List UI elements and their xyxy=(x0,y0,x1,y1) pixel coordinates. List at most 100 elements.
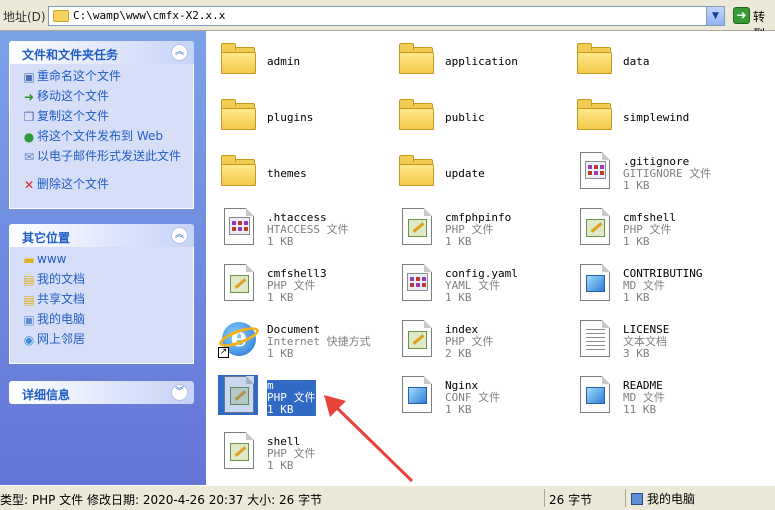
text-file-icon xyxy=(574,319,614,359)
file-size: 1 KB xyxy=(623,235,650,248)
task-label: 重命名这个文件 xyxy=(37,69,122,83)
file-size: 1 KB xyxy=(267,403,294,416)
file-item[interactable]: cmfshell PHP 文件 1 KB xyxy=(565,205,743,261)
file-tasks-header[interactable]: 文件和文件夹任务 ︽ xyxy=(9,41,194,64)
my-computer-icon xyxy=(631,493,643,505)
address-bar: 地址(D) C:\wamp\www\cmfx-X2.x.x ▼ ➔ 转到 xyxy=(0,0,775,41)
file-labels: cmfshell3 PHP 文件 1 KB xyxy=(267,268,327,304)
go-arrow-icon: ➔ xyxy=(733,7,750,24)
task-email[interactable]: ✉ 以电子邮件形式发送此文件 xyxy=(10,150,193,178)
collapse-up-icon[interactable]: ︽ xyxy=(171,227,188,244)
other-places-body: ▬ www ▤ 我的文档 ▤ 共享文档 ▣ 我的电脑 ◉ 网上邻居 xyxy=(9,247,194,364)
folder-name: data xyxy=(623,55,650,68)
file-item[interactable]: README MD 文件 11 KB xyxy=(565,373,743,429)
php-file-icon xyxy=(396,207,436,247)
file-item[interactable]: LICENSE 文本文档 3 KB xyxy=(565,317,743,373)
rename-icon: ▣ xyxy=(23,70,35,84)
email-icon: ✉ xyxy=(23,150,35,164)
status-bar: 类型: PHP 文件 修改日期: 2020-4-26 20:37 大小: 26 … xyxy=(0,485,775,510)
folder-item[interactable]: admin xyxy=(209,37,387,93)
file-size: 1 KB xyxy=(623,291,650,304)
file-item[interactable]: index PHP 文件 2 KB xyxy=(387,317,565,373)
task-publish-web[interactable]: ● 将这个文件发布到 Web xyxy=(10,130,193,150)
folder-item[interactable]: plugins xyxy=(209,93,387,149)
place-label: www xyxy=(37,252,67,266)
file-tasks-body: ▣ 重命名这个文件 ➜ 移动这个文件 ❐ 复制这个文件 ● 将这个文件发布到 W… xyxy=(9,64,194,209)
php-file-icon xyxy=(396,319,436,359)
details-title: 详细信息 xyxy=(22,388,71,402)
delete-icon: ✕ xyxy=(23,178,35,192)
chevron-down-icon[interactable]: ▼ xyxy=(706,7,724,25)
file-labels: Document Internet 快捷方式 1 KB xyxy=(267,324,371,360)
file-labels: index PHP 文件 2 KB xyxy=(445,324,494,360)
task-label: 以电子邮件形式发送此文件 xyxy=(37,149,182,163)
go-button[interactable]: ➔ 转到 xyxy=(731,6,775,41)
status-size: 26 字节 xyxy=(549,493,593,507)
task-label: 将这个文件发布到 Web xyxy=(37,129,163,143)
details-header[interactable]: 详细信息 ︾ xyxy=(9,381,194,404)
file-size: 1 KB xyxy=(267,291,294,304)
place-my-computer[interactable]: ▣ 我的电脑 xyxy=(10,313,193,333)
folder-icon xyxy=(218,151,258,191)
file-tasks-panel: 文件和文件夹任务 ︽ ▣ 重命名这个文件 ➜ 移动这个文件 ❐ 复制这个文件 ●… xyxy=(9,41,194,209)
task-delete[interactable]: ✕ 删除这个文件 xyxy=(10,178,193,198)
place-network[interactable]: ◉ 网上邻居 xyxy=(10,333,193,353)
php-file-icon xyxy=(574,207,614,247)
file-labels: shell PHP 文件 1 KB xyxy=(267,436,316,472)
file-item[interactable]: CONTRIBUTING MD 文件 1 KB xyxy=(565,261,743,317)
task-label: 删除这个文件 xyxy=(37,177,110,191)
file-labels: cmfphpinfo PHP 文件 1 KB xyxy=(445,212,511,248)
folder-item[interactable]: themes xyxy=(209,149,387,205)
annotation-arrow xyxy=(324,395,414,483)
status-zone: 我的电脑 xyxy=(631,490,695,507)
address-path: C:\wamp\www\cmfx-X2.x.x xyxy=(73,9,226,22)
details-panel: 详细信息 ︾ xyxy=(9,381,194,404)
task-copy[interactable]: ❐ 复制这个文件 xyxy=(10,110,193,130)
folder-icon: ▬ xyxy=(23,253,35,267)
place-label: 共享文档 xyxy=(37,292,86,306)
file-item[interactable]: .htaccess HTACCESS 文件 1 KB xyxy=(209,205,387,261)
folder-item[interactable]: update xyxy=(387,149,565,205)
expand-down-icon[interactable]: ︾ xyxy=(171,384,188,401)
my-computer-icon: ▣ xyxy=(23,313,35,327)
folder-item[interactable]: data xyxy=(565,37,743,93)
task-move[interactable]: ➜ 移动这个文件 xyxy=(10,90,193,110)
file-item[interactable]: cmfphpinfo PHP 文件 1 KB xyxy=(387,205,565,261)
file-item[interactable]: .gitignore GITIGNORE 文件 1 KB xyxy=(565,149,743,205)
other-places-header[interactable]: 其它位置 ︽ xyxy=(9,224,194,247)
place-shared-documents[interactable]: ▤ 共享文档 xyxy=(10,293,193,313)
place-www[interactable]: ▬ www xyxy=(10,253,193,273)
shared-documents-icon: ▤ xyxy=(23,293,35,307)
task-rename[interactable]: ▣ 重命名这个文件 xyxy=(10,70,193,90)
folder-icon xyxy=(396,95,436,135)
file-labels: Nginx CONF 文件 1 KB xyxy=(445,380,500,416)
file-item[interactable]: e ↗ Document Internet 快捷方式 1 KB xyxy=(209,317,387,373)
place-label: 网上邻居 xyxy=(37,332,86,346)
place-my-documents[interactable]: ▤ 我的文档 xyxy=(10,273,193,293)
file-item[interactable]: cmfshell3 PHP 文件 1 KB xyxy=(209,261,387,317)
file-size: 3 KB xyxy=(623,347,650,360)
folder-item[interactable]: public xyxy=(387,93,565,149)
file-item[interactable]: config.yaml YAML 文件 1 KB xyxy=(387,261,565,317)
address-input[interactable]: C:\wamp\www\cmfx-X2.x.x ▼ xyxy=(48,6,725,26)
md-file-icon xyxy=(574,375,614,415)
folder-icon xyxy=(218,39,258,79)
other-places-title: 其它位置 xyxy=(22,231,71,245)
file-size: 1 KB xyxy=(267,235,294,248)
file-labels: LICENSE 文本文档 3 KB xyxy=(623,324,669,360)
folder-item[interactable]: application xyxy=(387,37,565,93)
status-separator xyxy=(625,489,626,507)
folder-name: plugins xyxy=(267,111,314,124)
folder-name: simplewind xyxy=(623,111,690,124)
other-places-panel: 其它位置 ︽ ▬ www ▤ 我的文档 ▤ 共享文档 ▣ 我的电脑 ◉ 网上邻居 xyxy=(9,224,194,364)
task-pane: 文件和文件夹任务 ︽ ▣ 重命名这个文件 ➜ 移动这个文件 ❐ 复制这个文件 ●… xyxy=(0,31,206,485)
file-list: admin application data plugins public simplew… xyxy=(206,31,775,485)
folder-name: admin xyxy=(267,55,301,68)
file-size: 11 KB xyxy=(623,403,657,416)
php-file-icon xyxy=(218,375,258,415)
folder-item[interactable]: simplewind xyxy=(565,93,743,149)
folder-icon xyxy=(574,95,614,135)
folder-icon xyxy=(53,10,69,22)
collapse-up-icon[interactable]: ︽ xyxy=(171,44,188,61)
php-file-icon xyxy=(218,431,258,471)
